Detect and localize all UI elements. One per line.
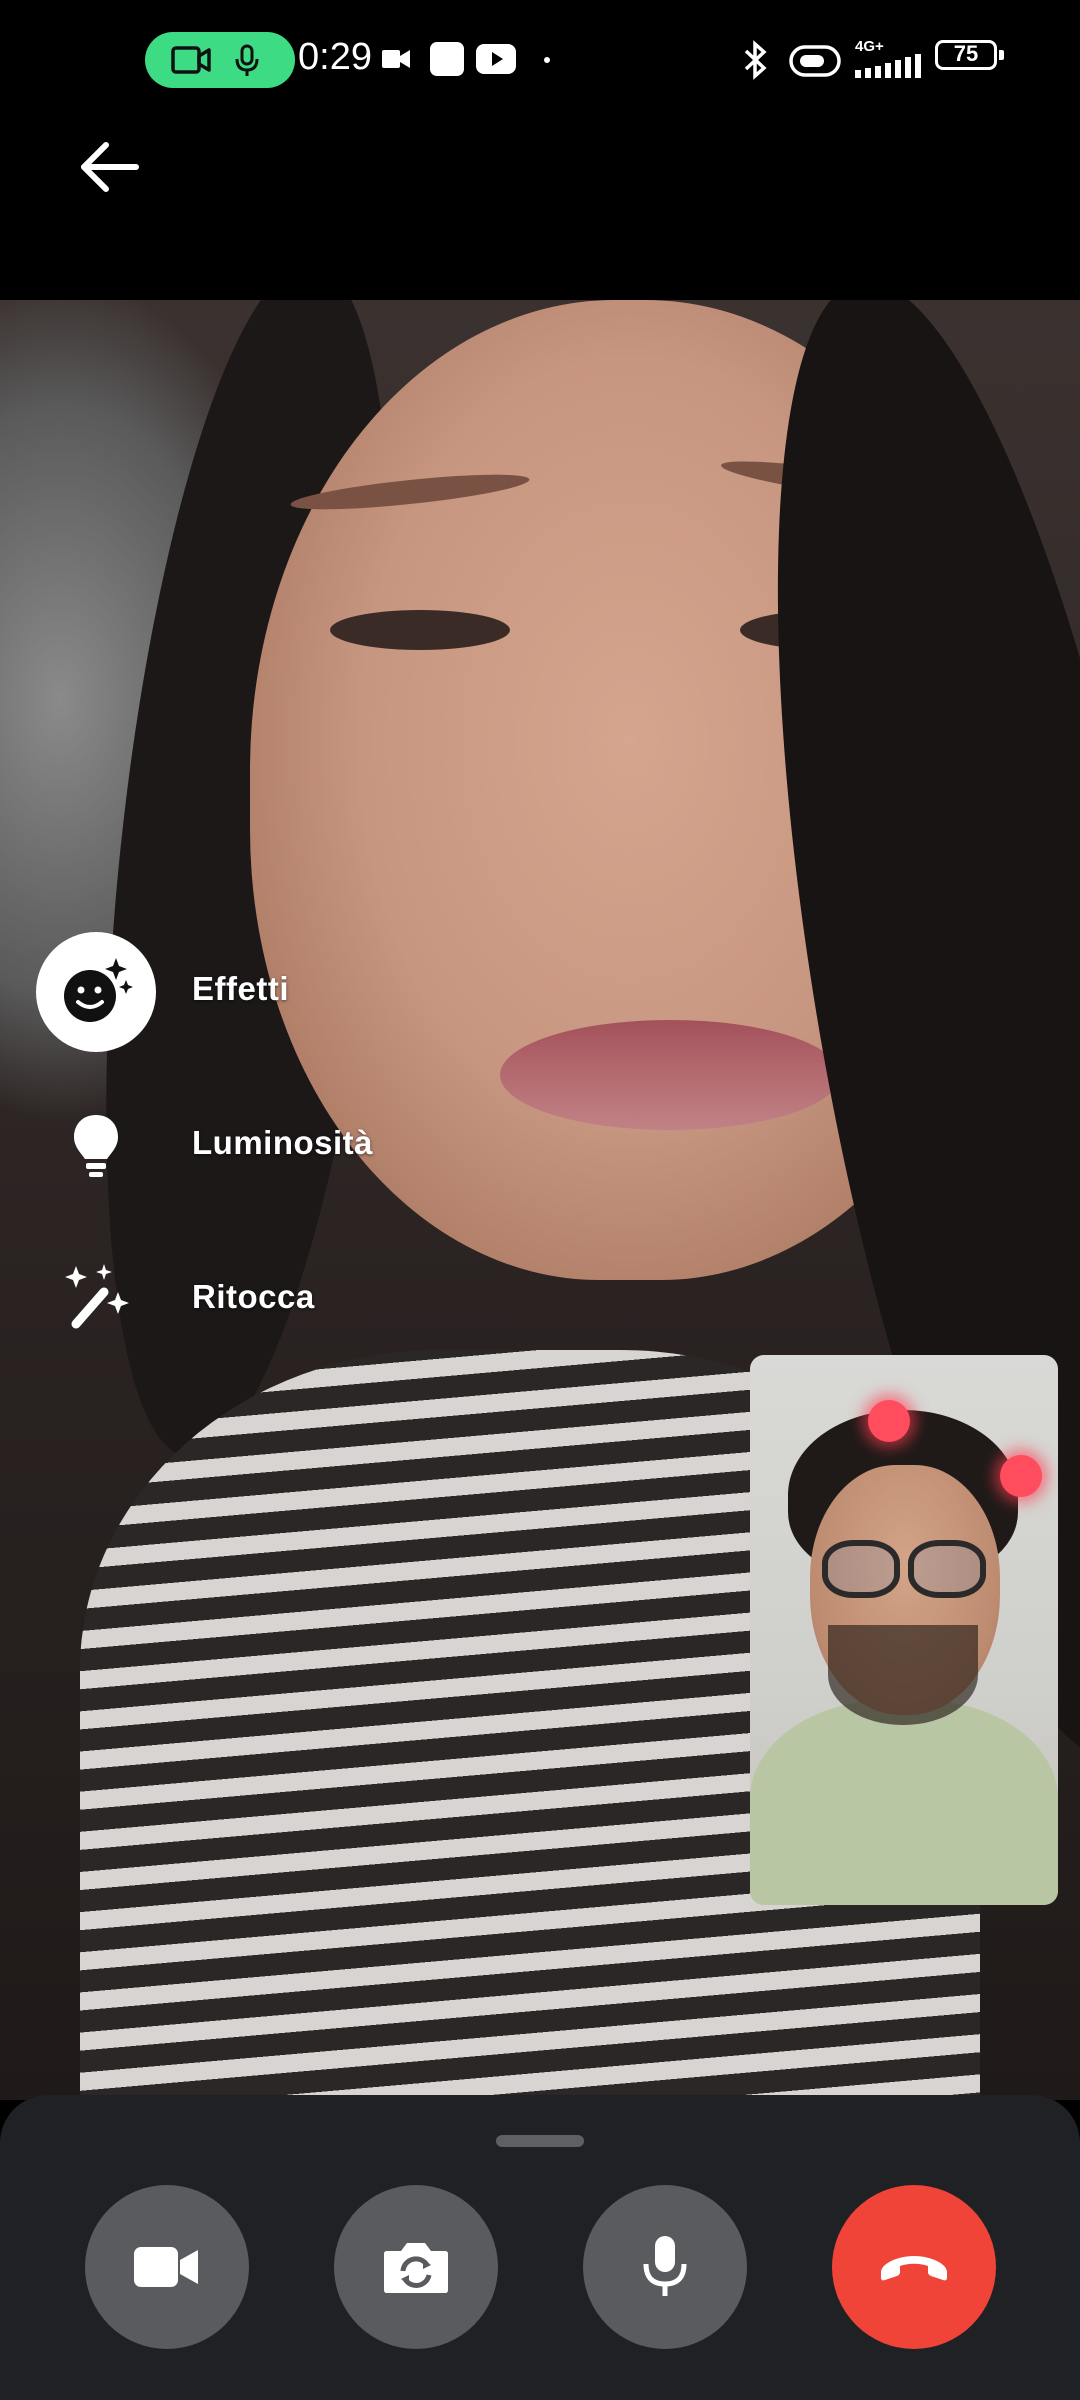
effects-menu-item-ritocca[interactable]: Ritocca: [36, 1240, 456, 1360]
battery-level: 75: [953, 41, 979, 66]
call-end-icon: [881, 2256, 947, 2281]
videocam-icon: [134, 2247, 198, 2287]
video-recording-icon: [382, 50, 410, 68]
recording-indicator[interactable]: [145, 32, 295, 88]
effects-menu-label: Ritocca: [192, 1278, 315, 1315]
network-type: 4G+: [855, 38, 884, 55]
effects-menu-item-luminosita[interactable]: Luminosità: [36, 1086, 456, 1206]
youtube-icon: [476, 44, 516, 74]
arrow-back-icon: [81, 142, 139, 192]
camera-toggle-button[interactable]: [85, 2185, 249, 2349]
app-icon: [430, 42, 464, 76]
horn-effect-left: [868, 1400, 910, 1442]
mic-icon: [643, 2236, 687, 2296]
horn-effect-right: [1000, 1455, 1042, 1497]
dot-icon: [544, 57, 550, 63]
microphone-button[interactable]: [583, 2185, 747, 2349]
flip-camera-button[interactable]: [334, 2185, 498, 2349]
effects-menu-label: Effetti: [192, 970, 289, 1007]
effects-menu-item-effetti[interactable]: Effetti: [36, 932, 456, 1052]
lightbulb-icon: [36, 1086, 156, 1206]
mic-icon: [235, 44, 259, 76]
data-saver-icon: [789, 45, 841, 77]
status-bar: 0:29 4G+ 75: [0, 0, 1080, 120]
clock: 0:29: [298, 36, 372, 78]
end-call-button[interactable]: [832, 2185, 996, 2349]
call-control-bar: [0, 2095, 1080, 2400]
bluetooth-icon: [744, 40, 767, 80]
signal-icon: [855, 54, 921, 78]
video-lips: [500, 1020, 840, 1130]
back-button[interactable]: [70, 135, 150, 199]
drag-handle[interactable]: [496, 2135, 584, 2147]
magic-wand-icon: [36, 1240, 156, 1360]
effects-menu-label: Luminosità: [192, 1124, 374, 1161]
self-view-preview[interactable]: [750, 1355, 1058, 1905]
battery-icon: 75: [935, 40, 1004, 70]
face-sparkle-icon: [36, 932, 156, 1052]
flip-camera-icon: [384, 2243, 448, 2293]
videocam-icon: [171, 46, 211, 74]
